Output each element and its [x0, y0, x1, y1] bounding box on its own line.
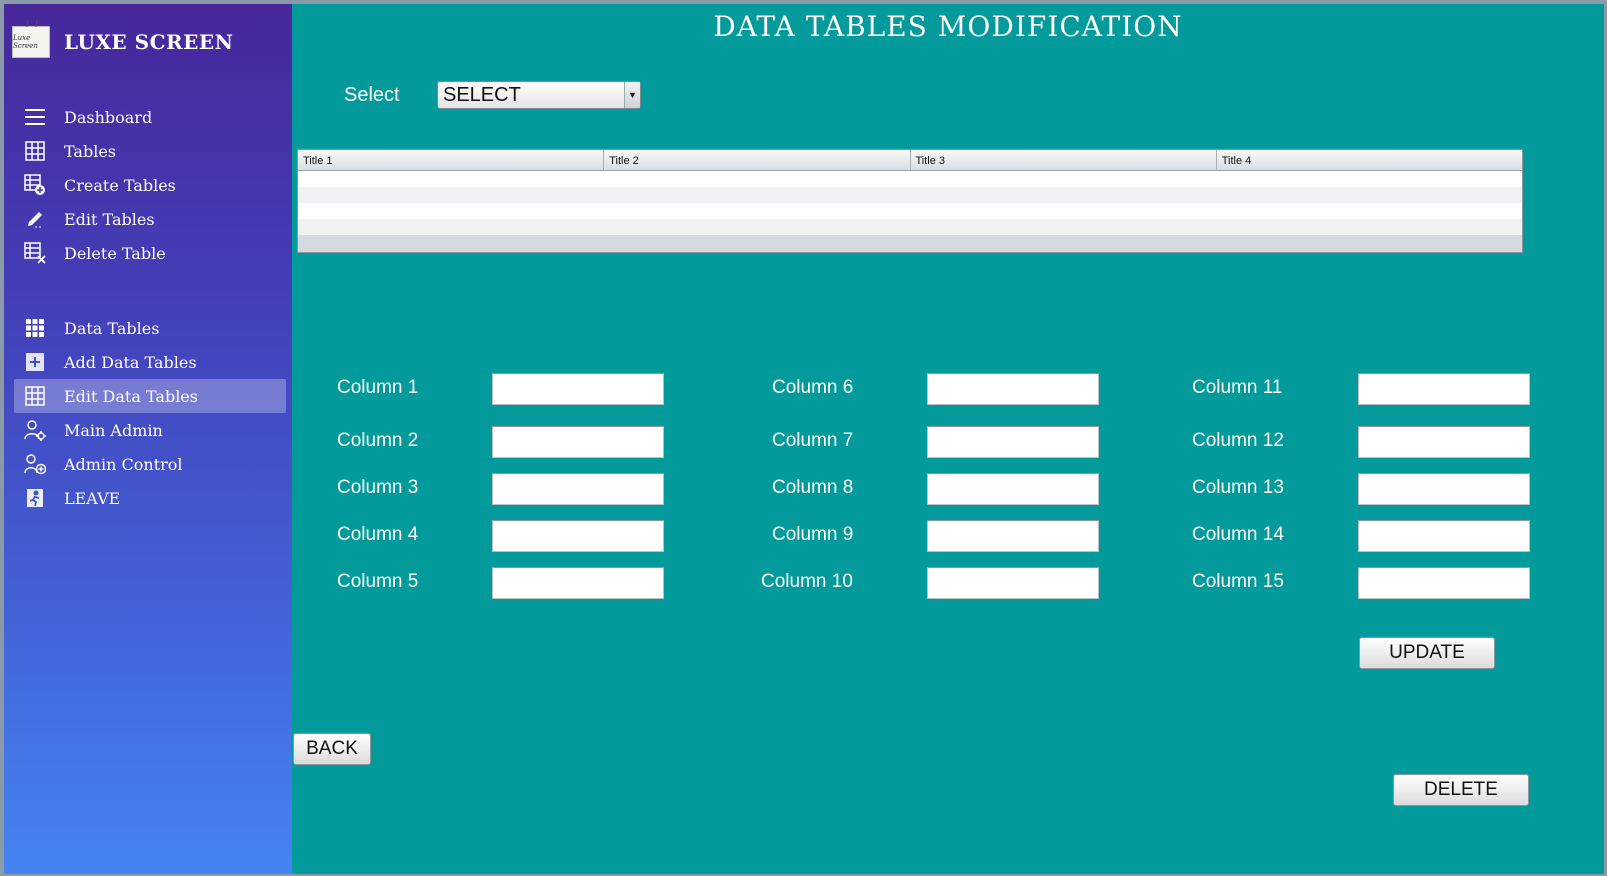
column-2-label: Column 2	[337, 430, 419, 451]
column-11-field[interactable]	[1358, 373, 1530, 405]
pencil-icon	[24, 208, 46, 230]
column-4-field[interactable]	[492, 520, 664, 552]
sidebar: Luxe Screen LUXE SCREEN Dashboard Tables	[4, 4, 292, 874]
app-logo: Luxe Screen	[12, 26, 50, 58]
delete-button[interactable]: DELETE	[1393, 774, 1529, 806]
column-4-label: Column 4	[337, 524, 419, 545]
table-row[interactable]	[298, 171, 1522, 187]
column-6-label: Column 6	[772, 377, 854, 398]
user-add-icon	[24, 453, 46, 475]
column-14-label: Column 14	[1192, 524, 1284, 545]
chevron-down-icon[interactable]: ▼	[624, 82, 640, 108]
column-15-field[interactable]	[1358, 567, 1530, 599]
column-9-label: Column 9	[772, 524, 854, 545]
column-10-field[interactable]	[927, 567, 1099, 599]
column-11-label: Column 11	[1192, 377, 1283, 398]
sidebar-item-create-tables[interactable]: Create Tables	[14, 168, 286, 202]
page-title: DATA TABLES MODIFICATION	[713, 10, 1183, 43]
column-10-label: Column 10	[761, 571, 853, 592]
column-7-label: Column 7	[772, 430, 854, 451]
column-1-label: Column 1	[337, 377, 419, 398]
data-table: Title 1 Title 2 Title 3 Title 4	[297, 149, 1523, 253]
column-14-field[interactable]	[1358, 520, 1530, 552]
sidebar-item-label: Create Tables	[64, 175, 176, 195]
table-row[interactable]	[298, 187, 1522, 203]
sidebar-item-label: Tables	[64, 141, 117, 161]
column-15-label: Column 15	[1192, 571, 1284, 592]
sidebar-item-data-tables[interactable]: Data Tables	[14, 311, 286, 345]
column-12-field[interactable]	[1358, 426, 1530, 458]
menu-icon	[24, 106, 46, 128]
column-7-field[interactable]	[927, 426, 1099, 458]
table-icon	[24, 385, 46, 407]
sidebar-item-tables[interactable]: Tables	[14, 134, 286, 168]
select-value: SELECT	[443, 83, 521, 106]
sidebar-item-main-admin[interactable]: Main Admin	[14, 413, 286, 447]
sidebar-item-label: Dashboard	[64, 107, 153, 127]
sidebar-item-dashboard[interactable]: Dashboard	[14, 100, 286, 134]
sidebar-item-label: Main Admin	[64, 420, 163, 440]
table-add-icon	[24, 174, 46, 196]
column-9-field[interactable]	[927, 520, 1099, 552]
app-name: LUXE SCREEN	[64, 30, 234, 54]
sidebar-item-label: Edit Tables	[64, 209, 155, 229]
select-label: Select	[344, 84, 400, 106]
column-13-label: Column 13	[1192, 477, 1284, 498]
column-1-field[interactable]	[492, 373, 664, 405]
sidebar-item-edit-data-tables[interactable]: Edit Data Tables	[14, 379, 286, 413]
column-header[interactable]: Title 3	[911, 150, 1217, 170]
brand: Luxe Screen LUXE SCREEN	[12, 26, 233, 58]
grid-icon	[24, 317, 46, 339]
column-3-field[interactable]	[492, 473, 664, 505]
column-2-field[interactable]	[492, 426, 664, 458]
sidebar-item-label: Data Tables	[64, 318, 160, 338]
column-5-label: Column 5	[337, 571, 419, 592]
app-window: Luxe Screen LUXE SCREEN Dashboard Tables	[4, 4, 1604, 874]
column-header[interactable]: Title 2	[604, 150, 911, 170]
update-button[interactable]: UPDATE	[1359, 637, 1495, 669]
column-3-label: Column 3	[337, 477, 419, 498]
column-8-label: Column 8	[772, 477, 854, 498]
column-header[interactable]: Title 1	[298, 150, 605, 170]
nav-group-tables: Dashboard Tables Create Tables Edit Tabl…	[14, 100, 286, 270]
column-8-field[interactable]	[927, 473, 1099, 505]
user-gear-icon	[24, 419, 46, 441]
exit-icon	[24, 487, 46, 509]
sidebar-item-label: Delete Table	[64, 243, 166, 263]
table-delete-icon	[24, 242, 46, 264]
table-select-dropdown[interactable]: SELECT ▼	[437, 81, 641, 109]
sidebar-item-label: LEAVE	[64, 488, 121, 508]
column-6-field[interactable]	[927, 373, 1099, 405]
sidebar-item-admin-control[interactable]: Admin Control	[14, 447, 286, 481]
plus-box-icon	[24, 351, 46, 373]
table-row[interactable]	[298, 219, 1522, 235]
table-icon	[24, 140, 46, 162]
back-button[interactable]: BACK	[293, 733, 371, 765]
sidebar-item-label: Add Data Tables	[64, 352, 197, 372]
column-5-field[interactable]	[492, 567, 664, 599]
column-13-field[interactable]	[1358, 473, 1530, 505]
sidebar-item-leave[interactable]: LEAVE	[14, 481, 286, 515]
sidebar-item-edit-tables[interactable]: Edit Tables	[14, 202, 286, 236]
column-header[interactable]: Title 4	[1217, 150, 1522, 170]
column-12-label: Column 12	[1192, 430, 1284, 451]
sidebar-item-label: Admin Control	[64, 454, 183, 474]
sidebar-item-label: Edit Data Tables	[64, 386, 198, 406]
table-row[interactable]	[298, 203, 1522, 219]
sidebar-item-delete-table[interactable]: Delete Table	[14, 236, 286, 270]
sidebar-item-add-data-tables[interactable]: Add Data Tables	[14, 345, 286, 379]
table-header: Title 1 Title 2 Title 3 Title 4	[298, 150, 1522, 171]
nav-group-data: Data Tables Add Data Tables Edit Data Ta…	[14, 311, 286, 515]
